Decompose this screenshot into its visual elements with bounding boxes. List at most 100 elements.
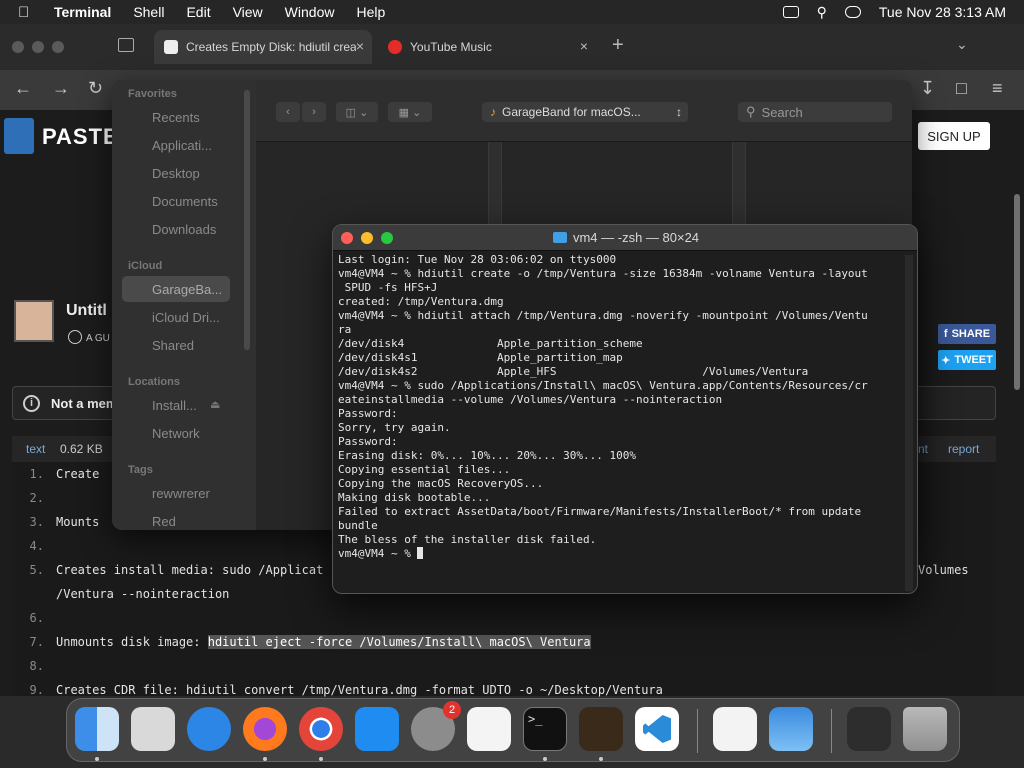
meta-partial[interactable]: nt <box>918 442 928 456</box>
terminal-scrollbar[interactable] <box>905 255 913 591</box>
sidebar-item-shared[interactable]: Shared <box>152 338 194 353</box>
tab-pastebin[interactable]: Creates Empty Disk: hdiutil crea × <box>154 30 372 64</box>
menubar-clock[interactable]: Tue Nov 28 3:13 AM <box>879 4 1006 20</box>
tweet-label: TWEET <box>954 354 993 366</box>
terminal-title-bar[interactable]: vm4 — -zsh — 80×24 <box>333 225 917 251</box>
line-number: 3. <box>29 515 44 529</box>
line-number: 5. <box>29 563 44 577</box>
sidebar-item-documents[interactable]: Documents <box>152 194 218 209</box>
dock-visual-studio-icon[interactable] <box>713 707 757 751</box>
pastebin-logo-text[interactable]: PASTE <box>42 124 119 150</box>
code-line: 6. <box>12 606 996 630</box>
sidebar-heading-favorites: Favorites <box>128 88 177 100</box>
sidebar-item-tag-rewwrerer[interactable]: rewwrerer <box>152 486 210 501</box>
browser-close-button[interactable] <box>12 41 24 53</box>
new-tab-icon[interactable]: + <box>612 34 624 57</box>
tab-title: Creates Empty Disk: hdiutil crea <box>186 40 356 54</box>
dock-launchpad-icon[interactable] <box>131 707 175 751</box>
close-tab-icon[interactable]: × <box>356 38 364 54</box>
line-number: 6. <box>29 611 44 625</box>
sidebar-item-tag-red[interactable]: Red <box>152 514 176 529</box>
sidebar-scrollbar[interactable] <box>244 90 250 350</box>
browser-zoom-button[interactable] <box>52 41 64 53</box>
finder-forward-button[interactable]: › <box>302 102 326 122</box>
apple-menu-icon[interactable]:  <box>18 4 36 21</box>
menu-shell[interactable]: Shell <box>133 4 164 20</box>
terminal-line: eateinstallmedia --volume /Volumes/Ventu… <box>338 393 723 406</box>
dock-app-store-icon[interactable] <box>355 707 399 751</box>
pastebin-logo-icon[interactable] <box>4 118 34 154</box>
path-popup[interactable]: ♪ GarageBand for macOS... ↕ <box>482 102 688 122</box>
finder-back-button[interactable]: ‹ <box>276 102 300 122</box>
menu-app-name[interactable]: Terminal <box>54 4 111 20</box>
back-arrow-icon[interactable]: ← <box>14 78 32 99</box>
dock-downloads-stack-icon[interactable] <box>847 707 891 751</box>
page-scrollbar[interactable] <box>1014 194 1020 390</box>
eject-icon[interactable]: ⏏ <box>210 398 220 411</box>
menu-bar:  Terminal Shell Edit View Window Help ⚲… <box>0 0 1024 24</box>
running-indicator <box>543 757 547 761</box>
terminal-zoom-button[interactable] <box>381 232 393 244</box>
running-indicator <box>599 757 603 761</box>
twitter-tweet-button[interactable]: ✦ TWEET <box>938 350 996 370</box>
guitar-icon: ♪ <box>490 105 496 119</box>
tab-list-chevron-icon[interactable]: ⌄ <box>956 36 968 53</box>
line-number: 4. <box>29 539 44 553</box>
code-line: 7. Unmounts disk image: hdiutil eject -fo… <box>12 630 996 654</box>
menu-edit[interactable]: Edit <box>186 4 210 20</box>
dock-safari-icon[interactable] <box>187 707 231 751</box>
group-by-button[interactable]: ▦ ⌄ <box>388 102 432 122</box>
path-popup-label: GarageBand for macOS... <box>502 105 641 119</box>
sidebar-item-icloud-drive[interactable]: iCloud Dri... <box>152 310 220 325</box>
dock-trash-icon[interactable] <box>903 707 947 751</box>
sidebar-item-desktop[interactable]: Desktop <box>152 166 200 181</box>
dock-garageband-icon[interactable] <box>579 707 623 751</box>
signup-button[interactable]: SIGN UP <box>918 122 990 150</box>
terminal-minimize-button[interactable] <box>361 232 373 244</box>
sidebar-item-applications[interactable]: Applicati... <box>152 138 212 153</box>
view-columns-button[interactable]: ◫ ⌄ <box>336 102 378 122</box>
facebook-share-button[interactable]: f SHARE <box>938 324 996 344</box>
screen-mirroring-icon[interactable] <box>782 6 799 18</box>
sidebar-item-network[interactable]: Network <box>152 426 200 441</box>
downloads-icon[interactable]: ↧ <box>920 78 935 99</box>
desktop:  Terminal Shell Edit View Window Help ⚲… <box>0 0 1024 768</box>
youtube-music-favicon <box>388 40 402 54</box>
browser-minimize-button[interactable] <box>32 41 44 53</box>
sidebar-item-install[interactable]: Install... <box>152 398 197 413</box>
terminal-output[interactable]: Last login: Tue Nov 28 03:06:02 on ttys0… <box>338 253 900 591</box>
close-tab-icon[interactable]: × <box>580 38 588 54</box>
dock-chrome-icon[interactable] <box>299 707 343 751</box>
terminal-line: Password: <box>338 435 398 448</box>
forward-arrow-icon[interactable]: → <box>52 78 70 99</box>
line-text: /Ventura --nointeraction <box>56 587 230 601</box>
sidebar-item-downloads[interactable]: Downloads <box>152 222 216 237</box>
sidebar-item-garageband[interactable]: GarageBa... <box>152 282 222 297</box>
terminal-line: vm4@VM4 ~ % hdiutil create -o /tmp/Ventu… <box>338 267 868 280</box>
tab-overview-icon[interactable] <box>118 38 134 52</box>
reload-icon[interactable]: ↻ <box>88 78 103 99</box>
menu-icon[interactable]: ≡ <box>992 78 1003 99</box>
dock-system-settings-icon[interactable]: 2 <box>411 701 461 751</box>
menu-window[interactable]: Window <box>285 4 335 20</box>
dock-textedit-icon[interactable] <box>467 707 511 751</box>
terminal-line: SPUD -fs HFS+J <box>338 281 438 294</box>
menu-view[interactable]: View <box>233 4 263 20</box>
spotlight-icon[interactable]: ⚲ <box>817 4 827 21</box>
finder-search-field[interactable]: ⚲ Search <box>738 102 892 122</box>
terminal-close-button[interactable] <box>341 232 353 244</box>
control-center-icon[interactable] <box>844 6 861 18</box>
menu-help[interactable]: Help <box>356 4 385 20</box>
sidebar-item-recents[interactable]: Recents <box>152 110 200 125</box>
dock-vscode-icon[interactable] <box>635 707 679 751</box>
tab-youtube-music[interactable]: YouTube Music × <box>378 30 596 64</box>
terminal-line: Sorry, try again. <box>338 421 451 434</box>
report-link[interactable]: report <box>948 442 979 456</box>
dock-weather-icon[interactable] <box>769 707 813 751</box>
dock-terminal-icon[interactable]: >_ <box>523 707 567 751</box>
terminal-line: ra <box>338 323 352 336</box>
dock-firefox-icon[interactable] <box>243 707 287 751</box>
extensions-icon[interactable]: □ <box>956 78 967 99</box>
format-link[interactable]: text <box>26 442 45 456</box>
dock-finder-icon[interactable] <box>75 707 119 751</box>
